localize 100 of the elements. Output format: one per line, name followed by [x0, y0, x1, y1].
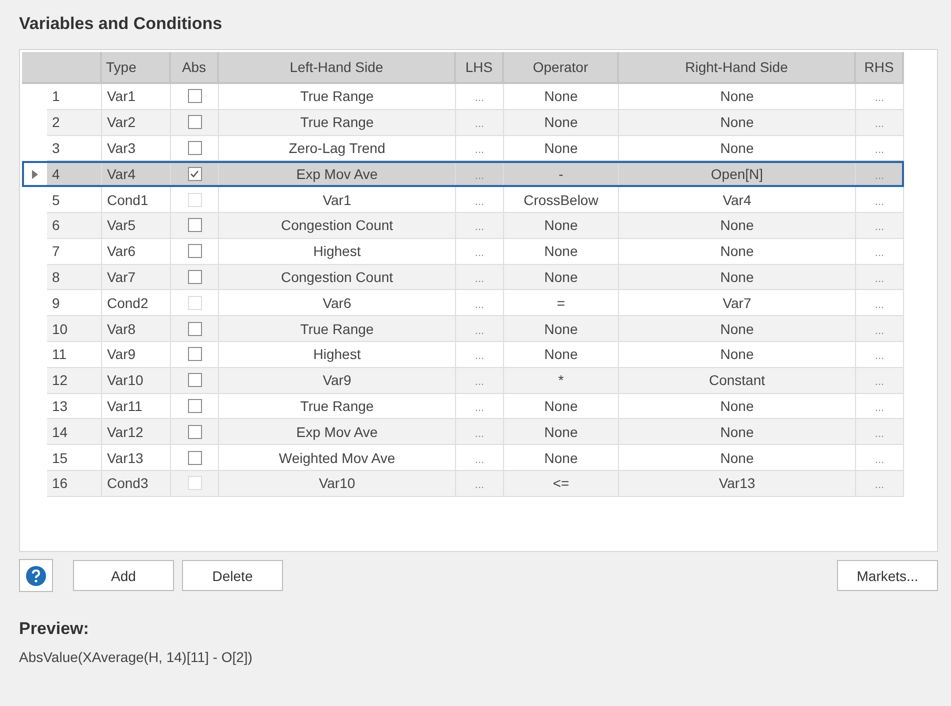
- table-cell: None: [619, 419, 856, 446]
- row-pointer-icon: [32, 170, 38, 179]
- checkbox[interactable]: [188, 398, 202, 413]
- checkmark-icon: [190, 170, 199, 178]
- table-row[interactable]: 12 Var10 Var9 ... * Constant ...: [22, 368, 904, 394]
- table-cell: Var5: [102, 212, 171, 239]
- checkbox[interactable]: [188, 424, 202, 439]
- table-cell: Congestion Count: [219, 212, 456, 239]
- table-cell: None: [619, 316, 856, 342]
- ellipsis-button[interactable]: ...: [474, 294, 484, 311]
- ellipsis-button[interactable]: ...: [874, 268, 884, 285]
- table-cell: Var2: [102, 110, 171, 136]
- ellipsis-button[interactable]: ...: [474, 166, 484, 182]
- preview-text: AbsValue(XAverage(H, 14)[11] - O[2]): [19, 649, 254, 665]
- ellipsis-button[interactable]: ...: [874, 140, 884, 156]
- table-row[interactable]: 6 Var5 Congestion Count ... None None ...: [22, 212, 904, 239]
- checkbox[interactable]: [188, 244, 202, 258]
- help-icon: [26, 566, 46, 586]
- ellipsis-button[interactable]: ...: [474, 192, 484, 208]
- help-button[interactable]: [19, 559, 53, 592]
- checkbox[interactable]: [188, 270, 202, 284]
- column-header[interactable]: Operator: [504, 52, 619, 84]
- table-cell: None: [619, 212, 856, 239]
- ellipsis-button[interactable]: ...: [474, 372, 484, 388]
- ellipsis-button[interactable]: ...: [474, 346, 484, 362]
- table-cell: 4: [47, 161, 102, 188]
- ellipsis-button[interactable]: ...: [474, 424, 484, 440]
- table-row[interactable]: 16 Cond3 Var10 ... <= Var13 ...: [22, 470, 904, 497]
- table-cell: None: [504, 136, 619, 162]
- table-row[interactable]: 10 Var8 True Range ... None None ...: [22, 316, 904, 342]
- table-cell: 8: [47, 264, 102, 290]
- table-cell: Var12: [102, 419, 171, 446]
- ellipsis-button[interactable]: ...: [874, 88, 884, 104]
- ellipsis-button[interactable]: ...: [474, 268, 484, 285]
- ellipsis-button[interactable]: ...: [474, 475, 484, 492]
- delete-button[interactable]: Delete: [182, 560, 283, 591]
- checkbox[interactable]: [188, 140, 202, 155]
- table-row[interactable]: 8 Var7 Congestion Count ... None None ...: [22, 264, 904, 290]
- table-cell: <=: [504, 470, 619, 497]
- table-cell: Var10: [102, 368, 171, 394]
- column-header[interactable]: Type: [102, 52, 171, 84]
- table-cell: Var8: [102, 316, 171, 342]
- ellipsis-button[interactable]: ...: [874, 398, 884, 414]
- table-cell: None: [504, 264, 619, 290]
- checkbox[interactable]: [188, 373, 202, 388]
- ellipsis-button[interactable]: ...: [474, 398, 484, 414]
- column-header[interactable]: Left-Hand Side: [219, 52, 456, 84]
- table-row[interactable]: 2 Var2 True Range ... None None ...: [22, 110, 904, 136]
- ellipsis-button[interactable]: ...: [874, 450, 884, 466]
- column-header[interactable]: Abs: [171, 52, 219, 84]
- ellipsis-button[interactable]: ...: [874, 192, 884, 208]
- table-row[interactable]: 4 Var4 Exp Mov Ave ... - Open[N] ...: [22, 161, 904, 188]
- ellipsis-button[interactable]: ...: [874, 243, 884, 260]
- checkbox[interactable]: [188, 218, 202, 232]
- ellipsis-button[interactable]: ...: [474, 88, 484, 104]
- add-button[interactable]: Add: [73, 560, 174, 591]
- table-cell: True Range: [219, 316, 456, 342]
- ellipsis-button[interactable]: ...: [874, 217, 884, 234]
- table-cell: *: [504, 368, 619, 394]
- table-cell: Var4: [102, 161, 171, 188]
- ellipsis-button[interactable]: ...: [874, 294, 884, 311]
- ellipsis-button[interactable]: ...: [874, 114, 884, 130]
- column-header[interactable]: Right-Hand Side: [619, 52, 856, 84]
- table-cell: 10: [47, 316, 102, 342]
- checkbox[interactable]: [188, 89, 202, 104]
- ellipsis-button[interactable]: ...: [874, 166, 884, 182]
- checkbox[interactable]: [188, 450, 202, 465]
- ellipsis-button[interactable]: ...: [874, 346, 884, 362]
- table-cell: 12: [47, 368, 102, 394]
- ellipsis-button[interactable]: ...: [474, 243, 484, 260]
- table-row[interactable]: 14 Var12 Exp Mov Ave ... None None ...: [22, 419, 904, 446]
- table-cell: Exp Mov Ave: [219, 161, 456, 188]
- ellipsis-button[interactable]: ...: [474, 450, 484, 466]
- column-header[interactable]: LHS: [456, 52, 504, 84]
- checkbox[interactable]: [188, 115, 202, 130]
- ellipsis-button[interactable]: ...: [474, 114, 484, 130]
- markets-button[interactable]: Markets...: [837, 560, 938, 591]
- ellipsis-button[interactable]: ...: [474, 140, 484, 156]
- checkbox[interactable]: [188, 347, 202, 362]
- ellipsis-button[interactable]: ...: [874, 475, 884, 492]
- column-header[interactable]: RHS: [856, 52, 904, 84]
- checkbox[interactable]: [188, 322, 202, 336]
- table-row[interactable]: 3 Var3 Zero-Lag Trend ... None None ...: [22, 136, 904, 162]
- table-cell: 16: [47, 470, 102, 497]
- table-cell: None: [619, 136, 856, 162]
- ellipsis-button[interactable]: ...: [874, 424, 884, 440]
- table-cell: Var3: [102, 136, 171, 162]
- table-cell: 2: [47, 110, 102, 136]
- section-title: Variables and Conditions: [19, 14, 224, 34]
- table-cell: Constant: [619, 368, 856, 394]
- ellipsis-button[interactable]: ...: [474, 320, 484, 337]
- table-cell: None: [619, 264, 856, 290]
- ellipsis-button[interactable]: ...: [474, 217, 484, 234]
- ellipsis-button[interactable]: ...: [874, 320, 884, 337]
- table-cell: None: [504, 110, 619, 136]
- table-cell: 14: [47, 419, 102, 446]
- checkbox[interactable]: [188, 166, 202, 181]
- preview-label: Preview:: [19, 619, 90, 639]
- ellipsis-button[interactable]: ...: [874, 372, 884, 388]
- table-cell: None: [504, 212, 619, 239]
